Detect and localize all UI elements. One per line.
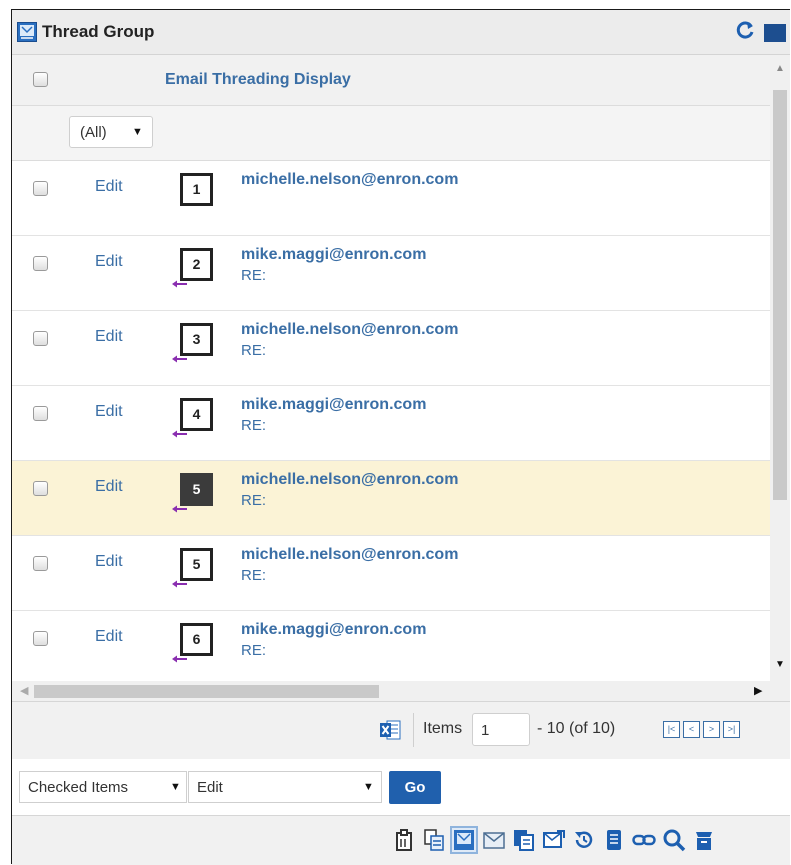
search-icon[interactable] <box>662 828 686 852</box>
sender-email[interactable]: mike.maggi@enron.com <box>241 246 426 264</box>
edit-link[interactable]: Edit <box>95 553 123 571</box>
thread-number-badge[interactable]: 5 <box>180 473 213 506</box>
minimize-button[interactable] <box>764 24 786 42</box>
thread-filter-value: (All) <box>80 124 107 141</box>
row-checkbox[interactable] <box>33 181 48 196</box>
thread-number-badge[interactable]: 2 <box>180 248 213 281</box>
scroll-down-icon[interactable]: ▼ <box>775 659 785 670</box>
edit-link[interactable]: Edit <box>95 403 123 421</box>
reply-arrow-icon <box>172 280 187 288</box>
sender-email[interactable]: michelle.nelson@enron.com <box>241 471 458 489</box>
pager-divider <box>413 713 414 747</box>
table-row: Edit 3 michelle.nelson@enron.com RE: <box>12 311 770 386</box>
thread-group-icon <box>17 22 37 42</box>
history-icon[interactable] <box>572 828 596 852</box>
subject-text: RE: <box>241 342 267 359</box>
horizontal-scrollbar[interactable]: ◀ ▶ <box>12 681 790 701</box>
panel-title: Thread Group <box>42 22 155 41</box>
chevron-down-icon: ▼ <box>363 781 374 793</box>
row-checkbox[interactable] <box>33 631 48 646</box>
archive-icon[interactable] <box>692 828 716 852</box>
reply-arrow-icon <box>172 505 187 513</box>
link-icon[interactable] <box>632 828 656 852</box>
sender-email[interactable]: michelle.nelson@enron.com <box>241 546 458 564</box>
column-header-email-threading[interactable]: Email Threading Display <box>165 71 351 89</box>
thread-filter-select[interactable]: (All) ▼ <box>69 116 153 148</box>
reply-arrow-icon <box>172 655 187 663</box>
filter-row: (All) ▼ <box>12 106 770 161</box>
action-select[interactable]: Edit ▼ <box>188 771 382 803</box>
edit-link[interactable]: Edit <box>95 628 123 646</box>
table-row-selected: Edit 5 michelle.nelson@enron.com RE: <box>12 461 770 536</box>
row-checkbox[interactable] <box>33 256 48 271</box>
horizontal-scroll-thumb[interactable] <box>34 685 379 698</box>
clipboard-icon[interactable] <box>392 828 416 852</box>
select-all-checkbox[interactable] <box>33 72 48 87</box>
subject-text: RE: <box>241 567 267 584</box>
first-page-icon[interactable]: |< <box>663 721 680 738</box>
thread-number-badge[interactable]: 1 <box>180 173 213 206</box>
row-checkbox[interactable] <box>33 481 48 496</box>
chevron-down-icon: ▼ <box>170 781 181 793</box>
sender-email[interactable]: mike.maggi@enron.com <box>241 396 426 414</box>
page-number-input[interactable]: 1 <box>472 713 530 746</box>
row-checkbox[interactable] <box>33 331 48 346</box>
table-row: Edit 4 mike.maggi@enron.com RE: <box>12 386 770 461</box>
table-row: Edit 6 mike.maggi@enron.com RE: <box>12 611 770 681</box>
next-page-icon[interactable]: > <box>703 721 720 738</box>
subject-text: RE: <box>241 642 267 659</box>
mass-action-bar: Checked Items ▼ Edit ▼ Go <box>12 759 790 816</box>
duplicate-icon[interactable] <box>512 828 536 852</box>
item-range-text: - 10 (of 10) <box>537 720 616 737</box>
scroll-left-icon[interactable]: ◀ <box>20 684 28 697</box>
thread-number-badge[interactable]: 5 <box>180 548 213 581</box>
table-row: Edit 2 mike.maggi@enron.com RE: <box>12 236 770 311</box>
thread-group-panel: Thread Group Email Threading Display (Al… <box>11 9 790 865</box>
thread-view-icon[interactable] <box>450 826 478 854</box>
reply-arrow-icon <box>172 580 187 588</box>
go-button[interactable]: Go <box>389 771 441 804</box>
subject-text: RE: <box>241 417 267 434</box>
table-row: Edit 5 michelle.nelson@enron.com RE: <box>12 536 770 611</box>
items-label: Items <box>423 720 463 737</box>
scope-select-value: Checked Items <box>28 779 129 796</box>
panel-titlebar: Thread Group <box>12 10 790 55</box>
row-checkbox[interactable] <box>33 556 48 571</box>
scope-select[interactable]: Checked Items ▼ <box>19 771 187 803</box>
excel-export-icon[interactable] <box>379 719 401 741</box>
action-select-value: Edit <box>197 779 223 796</box>
reply-arrow-icon <box>172 355 187 363</box>
sender-email[interactable]: michelle.nelson@enron.com <box>241 171 458 189</box>
email-icon[interactable] <box>482 828 506 852</box>
sender-email[interactable]: mike.maggi@enron.com <box>241 621 426 639</box>
pager-bar: Items 1 - 10 (of 10) |< < > >| <box>12 701 790 760</box>
edit-link[interactable]: Edit <box>95 178 123 196</box>
table-row: Edit 1 michelle.nelson@enron.com <box>12 161 770 236</box>
refresh-icon[interactable] <box>734 19 756 41</box>
email-forward-icon[interactable] <box>542 828 566 852</box>
scroll-right-icon[interactable]: ▶ <box>754 684 762 697</box>
row-checkbox[interactable] <box>33 406 48 421</box>
thread-number-badge[interactable]: 6 <box>180 623 213 656</box>
thread-number-badge[interactable]: 3 <box>180 323 213 356</box>
sender-email[interactable]: michelle.nelson@enron.com <box>241 321 458 339</box>
grid-header: Email Threading Display <box>12 55 770 106</box>
scroll-up-icon[interactable]: ▲ <box>775 63 785 74</box>
vertical-scrollbar[interactable]: ▲ ▼ <box>770 55 790 681</box>
thread-grid: Email Threading Display (All) ▼ Edit 1 m… <box>12 55 770 681</box>
edit-link[interactable]: Edit <box>95 328 123 346</box>
edit-link[interactable]: Edit <box>95 253 123 271</box>
copy-docs-icon[interactable] <box>422 828 446 852</box>
subject-text: RE: <box>241 492 267 509</box>
edit-link[interactable]: Edit <box>95 478 123 496</box>
subject-text: RE: <box>241 267 267 284</box>
bottom-toolbar <box>12 816 790 865</box>
chevron-down-icon: ▼ <box>132 126 143 138</box>
document-icon[interactable] <box>602 828 626 852</box>
thread-number-badge[interactable]: 4 <box>180 398 213 431</box>
vertical-scroll-thumb[interactable] <box>773 90 787 500</box>
reply-arrow-icon <box>172 430 187 438</box>
previous-page-icon[interactable]: < <box>683 721 700 738</box>
last-page-icon[interactable]: >| <box>723 721 740 738</box>
